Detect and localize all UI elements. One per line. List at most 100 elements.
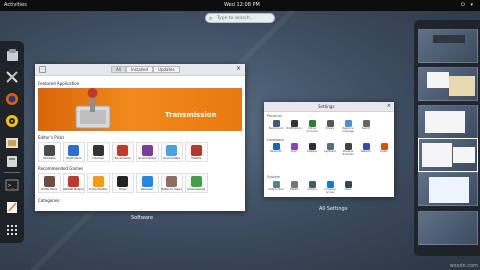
game-tile[interactable]: Neverball [136,173,159,193]
settings-item[interactable]: Region & Language [339,120,357,135]
settings-item[interactable]: Sharing [303,181,321,196]
tab-installed[interactable]: Installed [125,66,154,73]
game-icon [43,176,55,187]
game-icon [190,176,202,187]
app-tile[interactable]: FileZilla [185,142,208,162]
software-dash-icon[interactable] [4,47,20,63]
software-window-caption[interactable]: Software [131,215,153,221]
featured-banner[interactable]: Transmission [38,88,242,131]
tab-all[interactable]: All [111,66,126,73]
rhythmbox-icon[interactable] [4,113,20,129]
dash-separator [4,172,20,173]
app-tile[interactable]: Inkscape [87,142,110,162]
dash: >_ [0,41,24,243]
settings-item[interactable]: Notifications [285,120,303,135]
workspace-thumbnail-active[interactable] [418,138,478,172]
tweak-tool-icon[interactable] [4,69,20,85]
displays-icon [308,143,316,150]
workspace-window-preview [433,35,465,43]
settings-item[interactable]: Background [267,120,285,135]
app-tile[interactable]: Gnome Maps [160,142,183,162]
system-tray[interactable]: ⏻ ▾ [461,2,475,8]
app-tile[interactable]: Gnome Boxes [136,142,159,162]
settings-item-label: Mouse & Touchpad [342,150,354,156]
color-icon [290,143,298,150]
search-placeholder: Type to search... [217,16,254,21]
settings-item[interactable]: Date & Time [267,181,285,196]
files-icon[interactable] [4,153,20,169]
settings-item[interactable]: Color [285,143,303,158]
workspace-thumbnail[interactable] [418,172,478,206]
universal-access-icon [326,181,334,188]
close-icon[interactable]: × [236,65,241,72]
keyboard-icon [326,143,334,150]
app-tile[interactable]: Transmission [111,142,134,162]
settings-window[interactable]: Settings × Personal Background Notificat… [264,102,394,197]
workspace-switcher [414,20,480,256]
game-tile[interactable]: Battle Tanks [38,173,61,193]
workspace-thumbnail[interactable] [418,67,478,101]
workspace-window-preview [429,177,469,203]
transmission-logo-icon [75,88,111,129]
settings-item-label: Universal Access [324,188,336,194]
settings-item[interactable]: Network [357,143,375,158]
software-window[interactable]: All Installed Updates × Featured Applica… [35,64,245,211]
section-label: System [267,175,281,179]
activities-button[interactable]: Activities [4,2,27,8]
editors-picks-row: Darktable Rhythmbox Inkscape Transmissio… [38,142,208,162]
game-icon [92,176,104,187]
clock[interactable]: Wed 12:08 PM [224,2,260,8]
show-applications-icon[interactable] [4,222,20,238]
workspace-thumbnail[interactable] [418,211,478,245]
game-tile[interactable]: Quadrapassel [185,173,208,193]
bluetooth-icon [272,143,280,150]
workspace-window-preview [427,72,449,88]
settings-item[interactable]: Users [339,181,357,196]
text-editor-icon[interactable] [4,199,20,215]
workspace-thumbnail[interactable] [418,105,478,139]
close-icon[interactable]: × [387,103,391,109]
settings-item[interactable]: Search [357,120,375,135]
search-icon: ⌕ [209,15,213,22]
app-tile[interactable]: Darktable [38,142,61,162]
network-icon [362,143,370,150]
settings-item-label: Displays [306,150,318,153]
settings-item-label: Color [290,150,298,153]
game-tile[interactable]: Chess [111,173,134,193]
settings-item-label: Background [268,127,284,130]
date-time-icon [272,181,280,188]
game-tile[interactable]: Battle for Wesnoth [160,173,183,193]
app-tile[interactable]: Rhythmbox [62,142,85,162]
settings-item[interactable]: Details [285,181,303,196]
settings-title: Settings [318,104,335,109]
settings-item[interactable]: Mouse & Touchpad [339,143,357,158]
users-icon [344,181,352,188]
game-tile[interactable]: Frozen Bubble [87,173,110,193]
settings-item-label: Bluetooth [270,150,282,153]
settings-row-personal: Background Notifications Online Accounts… [267,120,375,135]
notifications-icon [290,120,298,127]
workspace-window-preview [453,147,475,163]
photos-icon[interactable] [4,135,20,151]
app-icon [117,145,129,156]
workspace-thumbnail[interactable] [418,29,478,63]
firefox-icon[interactable] [4,91,20,107]
settings-item[interactable]: Bluetooth [267,143,285,158]
game-tile[interactable]: GNOME Mahjongg [62,173,85,193]
search-settings-icon [362,120,370,127]
settings-item[interactable]: Keyboard [321,143,339,158]
terminal-icon[interactable]: >_ [4,177,20,193]
settings-item-label: Details [289,188,299,191]
settings-item[interactable]: Universal Access [321,181,339,196]
settings-item-label: Power [380,150,388,153]
settings-item[interactable]: Online Accounts [303,120,321,135]
game-icon [141,176,153,187]
back-icon[interactable] [39,66,46,73]
search-input[interactable]: ⌕ Type to search... [205,13,275,23]
settings-item[interactable]: Privacy [321,120,339,135]
tab-updates[interactable]: Updates [153,66,180,73]
settings-item[interactable]: Displays [303,143,321,158]
settings-window-caption[interactable]: All Settings [319,206,347,212]
game-tile-label: Battle Tanks [41,188,58,191]
settings-item[interactable]: Power [375,143,393,158]
